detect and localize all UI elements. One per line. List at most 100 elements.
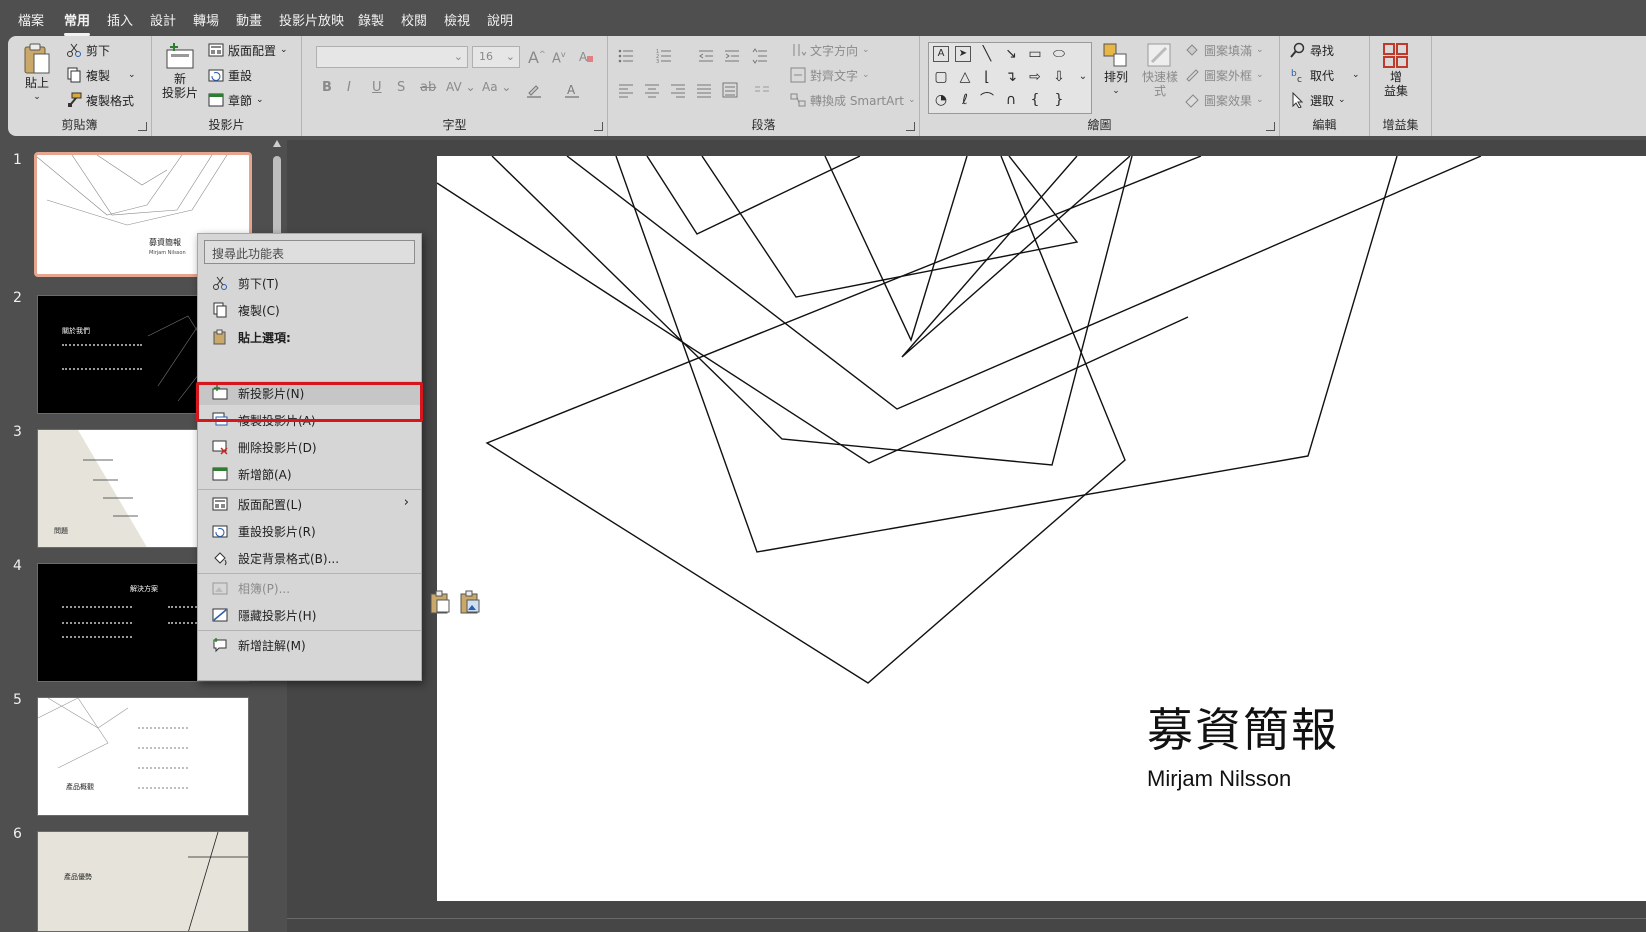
flowchart-icon[interactable]: ◔ — [931, 90, 951, 110]
reset-button[interactable]: 重設 — [208, 65, 252, 85]
increase-indent-icon[interactable] — [724, 48, 740, 64]
menu-item-layout[interactable]: 版面配置(L) › — [198, 492, 421, 516]
tab-slideshow[interactable]: 投影片放映 — [279, 12, 344, 32]
convert-smartart-button[interactable]: 轉換成 SmartArt ⌄ — [790, 90, 916, 110]
shrink-font-button[interactable]: Av — [552, 50, 566, 66]
notes-bar[interactable] — [287, 918, 1646, 932]
align-center-icon[interactable] — [644, 82, 660, 98]
tab-record[interactable]: 錄製 — [358, 12, 384, 32]
context-menu-search-input[interactable]: 搜尋此功能表 — [204, 240, 415, 264]
tab-transitions[interactable]: 轉場 — [193, 12, 219, 32]
freeform-icon[interactable]: ℓ — [955, 90, 975, 110]
elbow-arrow-icon[interactable]: ↴ — [1001, 67, 1021, 87]
menu-item-reset-slide[interactable]: 重設投影片(R) — [198, 519, 421, 543]
shapes-gallery[interactable]: A ➤ ╲ ↘ ▭ ⬭ ▢ △ ⌊ ↴ ⇨ ⇩ ◔ ℓ ⌒ ∩ { } ⌄ — [928, 42, 1092, 114]
menu-item-hide-slide[interactable]: 隱藏投影片(H) — [198, 603, 421, 627]
text-direction-button[interactable]: 文字方向 ⌄ — [790, 40, 870, 60]
rectangle-icon[interactable]: ▭ — [1025, 44, 1045, 64]
line-icon[interactable]: ╲ — [977, 44, 997, 64]
underline-button[interactable]: U — [372, 80, 382, 95]
triangle-icon[interactable]: △ — [955, 67, 975, 87]
align-right-icon[interactable] — [670, 82, 686, 98]
distributed-icon[interactable] — [722, 82, 738, 98]
shapes-more-icon[interactable]: ⌄ — [1073, 67, 1093, 87]
strikethrough-button[interactable]: ab — [420, 80, 436, 95]
paste-use-destination-icon[interactable] — [428, 590, 452, 614]
arc-icon[interactable]: ⌒ — [977, 90, 997, 110]
arrange-button[interactable]: 排列 ⌄ — [1102, 42, 1130, 98]
paste-button[interactable]: 貼上 ⌄ — [22, 42, 52, 104]
menu-item-cut[interactable]: 剪下(T) — [198, 271, 421, 295]
change-case-button[interactable]: Aa ⌄ — [482, 80, 511, 94]
rounded-rectangle-icon[interactable]: ▢ — [931, 67, 951, 87]
numbering-icon[interactable]: 123 — [656, 48, 672, 64]
italic-button[interactable]: I — [347, 80, 351, 95]
highlight-color-icon[interactable] — [526, 82, 542, 98]
drawing-launcher-icon[interactable] — [1266, 122, 1275, 131]
left-brace-icon[interactable]: { — [1025, 90, 1045, 110]
oval-icon[interactable]: ⬭ — [1049, 44, 1069, 64]
new-slide-ribbon-button[interactable]: 新 投影片 — [162, 42, 198, 100]
cut-button[interactable]: 剪下 — [66, 40, 110, 60]
decrease-indent-icon[interactable] — [698, 48, 714, 64]
addins-button[interactable]: 增 益集 — [1382, 42, 1410, 98]
vertical-text-box-icon[interactable]: ➤ — [955, 46, 971, 62]
justify-icon[interactable] — [696, 82, 712, 98]
bullets-icon[interactable] — [618, 48, 634, 64]
slide-title[interactable]: 募資簡報 — [1147, 694, 1339, 760]
align-text-button[interactable]: 對齊文字 ⌄ — [790, 65, 870, 85]
slide-thumbnail-6[interactable]: 產品優勢 — [37, 831, 249, 932]
tab-home[interactable]: 常用 — [64, 12, 91, 36]
align-left-icon[interactable] — [618, 82, 634, 98]
menu-item-new-comment[interactable]: 新增註解(M) — [198, 633, 421, 657]
menu-item-add-section[interactable]: 新增節(A) — [198, 462, 421, 486]
quick-styles-button[interactable]: 快速樣 式 — [1142, 42, 1178, 98]
tab-view[interactable]: 檢視 — [444, 12, 470, 32]
menu-item-delete-slide[interactable]: 刪除投影片(D) — [198, 435, 421, 459]
line-spacing-icon[interactable] — [752, 48, 768, 64]
tab-animations[interactable]: 動畫 — [236, 12, 262, 32]
font-name-input[interactable]: ⌄ — [316, 46, 468, 68]
replace-button[interactable]: bc 取代 ⌄ — [1290, 65, 1360, 85]
tab-insert[interactable]: 插入 — [107, 12, 133, 32]
main-slide[interactable]: 募資簡報 Mirjam Nilsson — [437, 156, 1646, 901]
find-button[interactable]: 尋找 — [1290, 40, 1334, 60]
copy-button[interactable]: 複製 ⌄ — [66, 65, 136, 85]
arrow-line-icon[interactable]: ↘ — [1001, 44, 1021, 64]
font-size-input[interactable]: 16 ⌄ — [472, 46, 520, 68]
menu-item-format-background[interactable]: 設定背景格式(B)... — [198, 546, 421, 570]
clear-formatting-icon[interactable]: A — [578, 48, 594, 64]
addins-group: 增 益集 增益集 — [1370, 36, 1432, 136]
section-button[interactable]: 章節 ⌄ — [208, 90, 264, 110]
scroll-up-icon[interactable] — [273, 140, 281, 147]
slide-subtitle[interactable]: Mirjam Nilsson — [1147, 766, 1291, 792]
tab-file[interactable]: 檔案 — [18, 12, 44, 32]
curve-icon[interactable]: ∩ — [1001, 90, 1021, 110]
font-color-icon[interactable]: A — [564, 82, 580, 98]
paste-as-picture-icon[interactable] — [458, 590, 482, 614]
bold-button[interactable]: B — [322, 80, 332, 95]
tab-review[interactable]: 校閱 — [401, 12, 427, 32]
tab-help[interactable]: 說明 — [487, 12, 513, 32]
shape-effects-button[interactable]: 圖案效果 ⌄ — [1184, 90, 1264, 110]
right-brace-icon[interactable]: } — [1049, 90, 1069, 110]
grow-font-button[interactable]: A^ — [528, 48, 546, 67]
tab-design[interactable]: 設計 — [150, 12, 176, 32]
paragraph-launcher-icon[interactable] — [906, 122, 915, 131]
down-arrow-icon[interactable]: ⇩ — [1049, 67, 1069, 87]
shadow-button[interactable]: S — [397, 80, 405, 95]
right-arrow-icon[interactable]: ⇨ — [1025, 67, 1045, 87]
font-launcher-icon[interactable] — [594, 122, 603, 131]
text-box-icon[interactable]: A — [933, 46, 949, 62]
clipboard-launcher-icon[interactable] — [138, 122, 147, 131]
character-spacing-button[interactable]: AV ⌄ — [446, 80, 476, 94]
columns-icon[interactable] — [754, 82, 770, 98]
elbow-connector-icon[interactable]: ⌊ — [977, 67, 997, 87]
shape-outline-button[interactable]: 圖案外框 ⌄ — [1184, 65, 1264, 85]
select-button[interactable]: 選取 ⌄ — [1290, 90, 1346, 110]
slide-thumbnail-5[interactable]: 產品概觀 — [37, 697, 249, 816]
menu-item-copy[interactable]: 複製(C) — [198, 298, 421, 322]
shape-fill-button[interactable]: 圖案填滿 ⌄ — [1184, 40, 1264, 60]
format-painter-button[interactable]: 複製格式 — [66, 90, 134, 110]
layout-button[interactable]: 版面配置 ⌄ — [208, 40, 288, 60]
